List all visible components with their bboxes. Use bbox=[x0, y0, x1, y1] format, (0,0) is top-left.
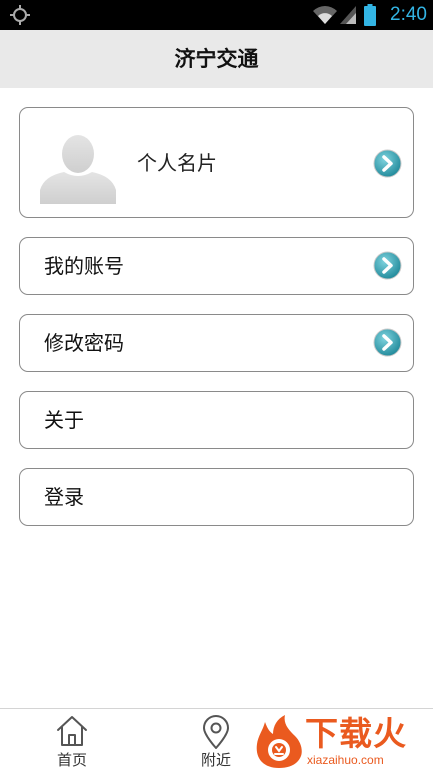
chevron-right-icon bbox=[373, 149, 402, 178]
profile-card[interactable]: 个人名片 bbox=[19, 107, 414, 218]
nav-item-label: 附近 bbox=[200, 751, 231, 769]
title-bar: 济宁交通 bbox=[0, 30, 433, 88]
home-icon bbox=[57, 716, 87, 746]
menu-item-my-account[interactable]: 我的账号 bbox=[19, 237, 414, 295]
nav-item-home[interactable]: 首页 bbox=[32, 709, 112, 771]
nav-item-nearby[interactable]: 附近 bbox=[176, 709, 256, 771]
wifi-icon bbox=[313, 6, 338, 24]
battery-icon bbox=[364, 4, 377, 26]
menu-item-label: 登录 bbox=[44, 485, 84, 509]
flame-logo-icon bbox=[256, 715, 302, 768]
menu-item-label: 我的账号 bbox=[44, 254, 124, 278]
page-title: 济宁交通 bbox=[174, 47, 259, 71]
watermark-logo: 下载火 xiazaihuo.com bbox=[253, 712, 433, 771]
watermark-text: 下载火 bbox=[305, 714, 407, 753]
menu-item-label: 关于 bbox=[44, 408, 84, 432]
watermark-site: xiazaihuo.com bbox=[307, 753, 384, 767]
menu-item-change-password[interactable]: 修改密码 bbox=[19, 314, 414, 372]
status-bar: 2:40 bbox=[0, 0, 433, 30]
chevron-right-icon bbox=[373, 251, 402, 280]
menu-item-about[interactable]: 关于 bbox=[19, 391, 414, 449]
menu-item-label: 修改密码 bbox=[44, 331, 124, 355]
chevron-right-icon bbox=[373, 328, 402, 357]
map-pin-icon bbox=[203, 715, 229, 749]
default-avatar-icon bbox=[40, 135, 116, 204]
profile-card-label: 个人名片 bbox=[137, 151, 217, 175]
status-time: 2:40 bbox=[390, 4, 427, 25]
nav-item-label: 首页 bbox=[56, 751, 87, 769]
menu-item-login[interactable]: 登录 bbox=[19, 468, 414, 526]
location-icon bbox=[10, 5, 30, 25]
signal-icon bbox=[340, 6, 357, 24]
